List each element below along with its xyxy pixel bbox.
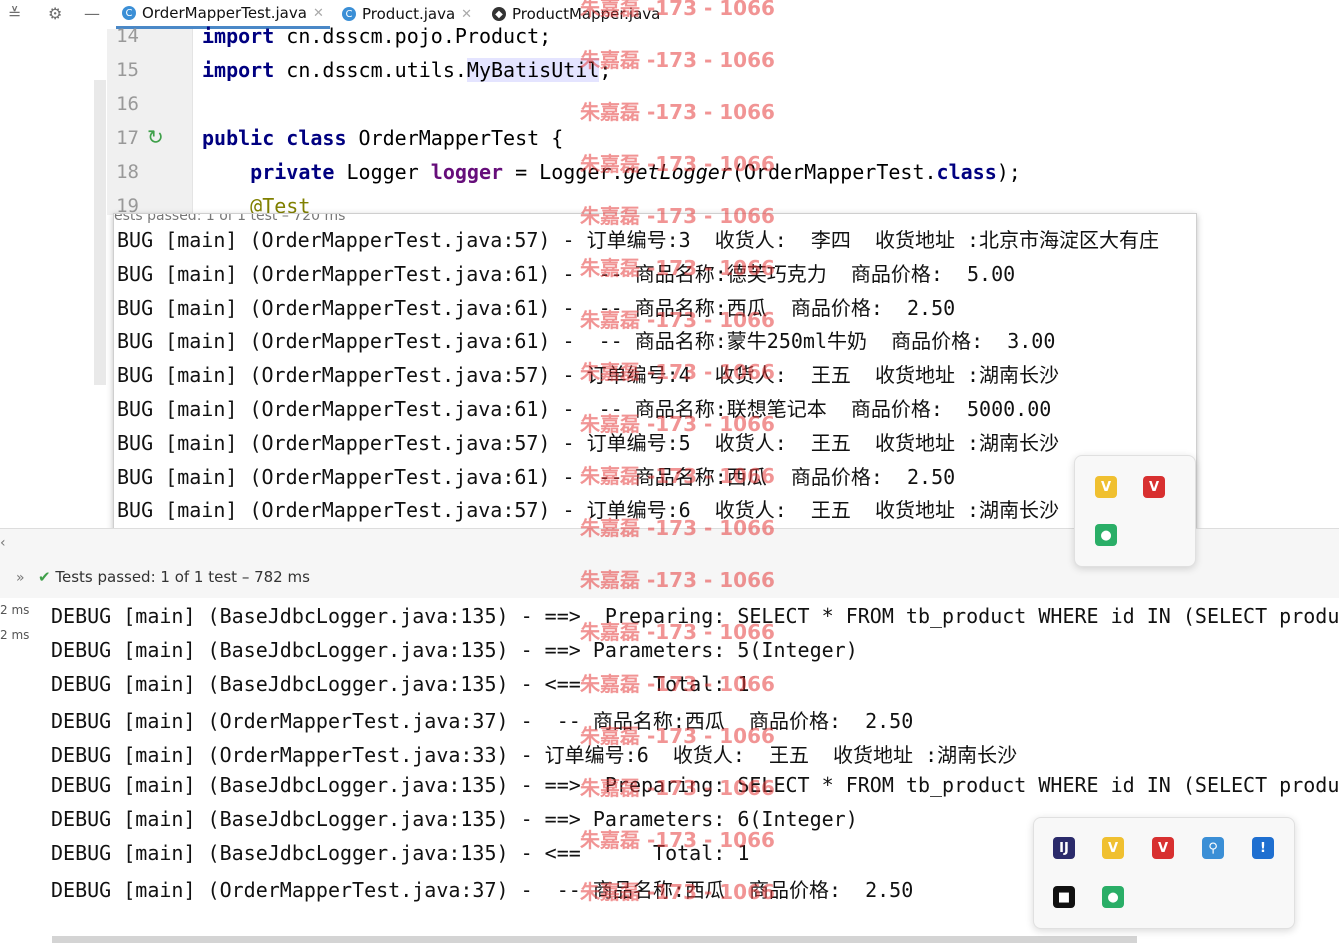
bookmark-app-icon[interactable]: ■ xyxy=(1053,886,1075,908)
java-class-icon: C xyxy=(342,7,356,21)
vc-app-icon[interactable]: V xyxy=(1095,476,1117,498)
run-test-status: ✔ Tests passed: 1 of 1 test – 782 ms xyxy=(38,568,310,586)
console-log-line: DEBUG [main] (BaseJdbcLogger.java:135) -… xyxy=(51,773,1339,797)
duration-item: 2 ms xyxy=(0,628,30,642)
run-status-text: Tests passed: 1 of 1 test – 782 ms xyxy=(55,568,310,586)
code-token: public class xyxy=(202,126,347,150)
code-token: MyBatisUtil xyxy=(466,58,600,82)
tray-popup-small: V V ● xyxy=(1074,455,1196,567)
code-token: OrderMapperTest { xyxy=(346,126,564,150)
vpn-app-icon[interactable]: V xyxy=(1143,476,1165,498)
code-line: import cn.dsscm.utils.MyBatisUtil; xyxy=(202,58,611,82)
console-hscrollbar[interactable] xyxy=(52,936,1137,943)
collapse-icon[interactable]: ≚ xyxy=(8,4,21,23)
popup-log-line: BUG [main] (OrderMapperTest.java:57) - 订… xyxy=(117,498,1060,523)
expand-icon[interactable]: » xyxy=(16,570,25,586)
close-icon[interactable]: ✕ xyxy=(461,7,472,22)
code-token: import xyxy=(202,24,275,48)
tray-popup-large: IJ V V ⚲ ! ■ ● xyxy=(1033,817,1295,929)
wechat-icon[interactable]: ● xyxy=(1095,524,1117,546)
check-icon: ✔ xyxy=(38,568,51,586)
code-token: logger xyxy=(430,160,504,184)
popup-log-line: BUG [main] (OrderMapperTest.java:57) - 订… xyxy=(117,430,1060,455)
line-number: 18 xyxy=(116,161,139,183)
intellij-icon[interactable]: IJ xyxy=(1053,837,1075,859)
mybatis-bird-icon: ◆ xyxy=(492,7,506,21)
console-log-line: DEBUG [main] (BaseJdbcLogger.java:135) -… xyxy=(51,637,858,662)
tab-label: OrderMapperTest.java xyxy=(142,4,307,22)
java-class-icon: C xyxy=(122,6,136,20)
vpn-app-icon[interactable]: V xyxy=(1152,837,1174,859)
tab-label: ProductMapper.java xyxy=(512,5,661,23)
console-log-line: DEBUG [main] (OrderMapperTest.java:33) -… xyxy=(51,743,1018,768)
chevron-left-icon[interactable]: ‹ xyxy=(0,535,6,551)
minimize-icon[interactable]: — xyxy=(84,4,100,23)
code-token: getLogger xyxy=(623,160,732,184)
popup-log-line: BUG [main] (OrderMapperTest.java:57) - 订… xyxy=(117,228,1160,252)
code-token: class xyxy=(936,160,997,184)
close-icon[interactable]: ✕ xyxy=(313,6,324,21)
popup-log-line: BUG [main] (OrderMapperTest.java:61) - -… xyxy=(117,397,1052,421)
console-log-line: DEBUG [main] (OrderMapperTest.java:37) -… xyxy=(51,878,914,903)
popup-log-line: BUG [main] (OrderMapperTest.java:61) - -… xyxy=(117,329,1056,354)
network-icon[interactable]: ⚲ xyxy=(1202,837,1224,859)
line-number: 15 xyxy=(116,59,139,81)
code-token: ; xyxy=(599,58,612,82)
code-token: (OrderMapperTest. xyxy=(731,160,937,184)
shield-icon[interactable]: ! xyxy=(1252,837,1274,859)
line-number: 16 xyxy=(116,93,139,115)
popup-log-line: BUG [main] (OrderMapperTest.java:61) - -… xyxy=(117,295,956,320)
tab-label: Product.java xyxy=(362,5,456,23)
code-token: private xyxy=(202,160,335,184)
code-token: ); xyxy=(996,160,1021,184)
vc-app-icon[interactable]: V xyxy=(1102,837,1124,859)
console-log-line: DEBUG [main] (BaseJdbcLogger.java:135) -… xyxy=(51,671,750,696)
console-log-line: DEBUG [main] (BaseJdbcLogger.java:135) -… xyxy=(51,604,1339,628)
editor-tab-bar: ≚ ⚙ — C OrderMapperTest.java ✕ C Product… xyxy=(0,0,1339,30)
code-token: import xyxy=(202,58,275,82)
wechat-icon[interactable]: ● xyxy=(1102,886,1124,908)
code-line: private Logger logger = Logger.getLogger… xyxy=(202,160,1021,184)
test-duration-pane: 2 ms 2 ms xyxy=(0,598,34,950)
code-token: = Logger. xyxy=(503,160,624,184)
code-token: cn.dsscm.pojo.Product; xyxy=(274,24,552,48)
console-log-line: DEBUG [main] (OrderMapperTest.java:37) -… xyxy=(51,709,914,734)
console-log-line: DEBUG [main] (BaseJdbcLogger.java:135) -… xyxy=(51,840,750,865)
line-number: 17 xyxy=(116,127,139,149)
console-log-line: DEBUG [main] (BaseJdbcLogger.java:135) -… xyxy=(51,806,858,831)
popup-test-status: ests passed: 1 of 1 test – 720 ms xyxy=(114,213,346,224)
duration-item: 2 ms xyxy=(0,603,30,617)
project-strip xyxy=(0,29,107,529)
code-token: Logger xyxy=(334,160,431,184)
code-token: cn.dsscm.utils. xyxy=(274,58,467,82)
popup-log-line: BUG [main] (OrderMapperTest.java:57) - 订… xyxy=(117,363,1060,388)
gear-icon[interactable]: ⚙ xyxy=(48,4,62,23)
code-line: import cn.dsscm.pojo.Product; xyxy=(202,24,551,48)
run-test-icon[interactable]: ↻ xyxy=(147,125,164,149)
project-scrollbar[interactable] xyxy=(94,80,106,385)
popup-log-line: BUG [main] (OrderMapperTest.java:61) - -… xyxy=(117,261,1016,286)
line-gutter: 14 15 16 17 18 19 xyxy=(107,25,193,217)
popup-log-line: BUG [main] (OrderMapperTest.java:61) - -… xyxy=(117,464,956,489)
line-number: 14 xyxy=(116,25,139,47)
code-line: public class OrderMapperTest { xyxy=(202,126,563,150)
code-editor[interactable]: 14 15 16 17 18 19 import cn.dsscm.pojo.Produc… xyxy=(107,24,1339,218)
